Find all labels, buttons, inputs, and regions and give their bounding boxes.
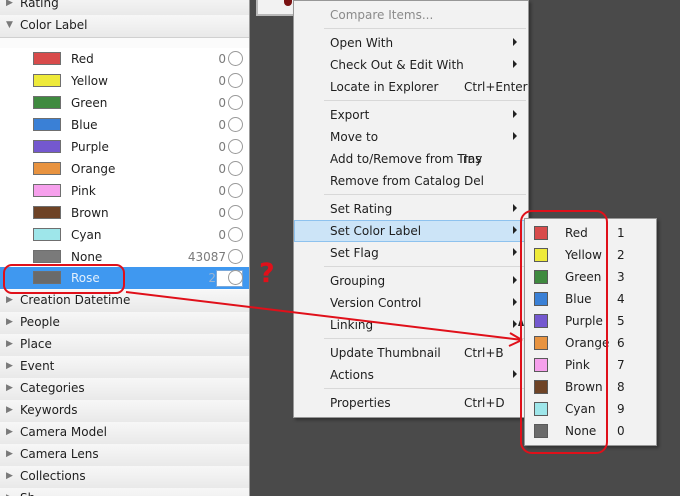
item-count: 2 (208, 271, 216, 285)
question-mark-annotation: ? (259, 258, 275, 289)
filter-radio[interactable] (228, 270, 243, 285)
annotation-circle-submenu (520, 210, 608, 454)
annotation-circle-rose (3, 264, 125, 294)
